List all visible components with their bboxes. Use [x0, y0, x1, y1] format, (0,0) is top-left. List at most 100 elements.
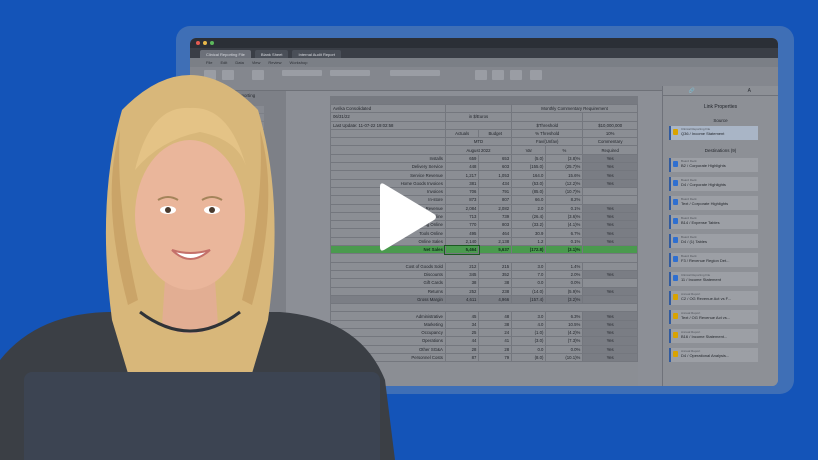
var-cell[interactable]: (8.0) — [511, 352, 547, 363]
actual-cell[interactable]: 495 — [444, 228, 480, 238]
chart-icon[interactable] — [530, 70, 542, 80]
actual-cell[interactable]: 252 — [444, 286, 480, 296]
destination-card[interactable]: Board Deck B2 / Corporate Highlights — [669, 158, 758, 172]
close-window-icon[interactable] — [196, 41, 200, 45]
var-cell[interactable]: (3.0) — [511, 336, 547, 346]
budget-cell[interactable]: 352 — [478, 269, 513, 280]
pct-cell[interactable]: (4.1)% — [545, 220, 584, 230]
var-cell[interactable]: 7.0 — [511, 269, 547, 280]
actual-cell[interactable]: 212 — [444, 261, 480, 271]
var-cell[interactable]: (85.0) — [511, 186, 547, 197]
budget-cell[interactable]: 48 — [478, 311, 513, 321]
var-cell[interactable]: 0.0 — [511, 344, 547, 354]
var-cell[interactable]: 30.9 — [511, 228, 547, 238]
actual-cell[interactable]: 2,084 — [444, 203, 480, 213]
var-cell[interactable]: 66.0 — [511, 195, 547, 205]
var-cell[interactable]: (155.0) — [511, 162, 547, 172]
required-cell[interactable]: Yes — [582, 236, 638, 247]
destination-card[interactable]: Annual Report Text / OG Revenue Act vs... — [669, 310, 758, 324]
pct-cell[interactable]: (12.2)% — [545, 178, 584, 188]
required-cell[interactable]: Yes — [582, 170, 638, 180]
actual-cell[interactable]: 2,140 — [444, 236, 480, 247]
source-card[interactable]: Clinical Reporting File Q36 / Income Sta… — [669, 126, 758, 140]
budget-cell[interactable]: 38 — [478, 278, 513, 288]
required-cell[interactable]: Yes — [582, 344, 638, 354]
net-sales-pct[interactable]: (3.1)% — [545, 245, 584, 255]
pct-cell[interactable]: 15.6% — [545, 170, 584, 180]
pct-cell[interactable]: 0.0% — [545, 278, 584, 288]
actual-cell[interactable]: 659 — [444, 153, 480, 164]
budget-cell[interactable]: 238 — [478, 286, 513, 296]
required-cell[interactable]: Yes — [582, 352, 638, 363]
review-icon[interactable] — [510, 70, 522, 80]
budget-cell[interactable]: 79 — [478, 352, 513, 363]
destination-card[interactable]: Board Deck F3 / Revenue Region Det... — [669, 253, 758, 267]
destination-card[interactable]: Board Deck D4 / (1) Tables — [669, 234, 758, 248]
pct-cell[interactable]: (5.9)% — [545, 286, 584, 296]
actual-cell[interactable]: 345 — [444, 269, 480, 280]
var-cell[interactable]: (26.4) — [511, 211, 547, 222]
pct-cell[interactable]: 0.1% — [545, 236, 584, 247]
required-cell[interactable]: Yes — [582, 319, 638, 330]
required-cell[interactable] — [582, 261, 638, 271]
required-cell[interactable]: Yes — [582, 203, 638, 213]
gross-margin-pct[interactable]: (3.2)% — [545, 294, 584, 305]
pct-cell[interactable]: 8.2% — [545, 195, 584, 205]
budget-cell[interactable]: 24 — [478, 327, 513, 338]
pct-cell[interactable]: 0.1% — [545, 203, 584, 213]
var-cell[interactable]: 3.0 — [511, 311, 547, 321]
budget-cell[interactable]: 28 — [478, 344, 513, 354]
budget-cell[interactable]: 2,082 — [478, 203, 513, 213]
net-sales-var[interactable]: (172.8) — [511, 245, 547, 255]
pct-cell[interactable]: 0.0% — [545, 344, 584, 354]
actual-cell[interactable]: 38 — [444, 278, 480, 288]
budget-cell[interactable]: 653 — [478, 153, 513, 164]
required-cell[interactable]: Yes — [582, 327, 638, 338]
pct-cell[interactable]: (10.7)% — [545, 186, 584, 197]
net-sales-budget[interactable]: 5,637 — [478, 245, 513, 255]
net-sales-actual[interactable]: 5,464 — [444, 244, 480, 255]
required-cell[interactable]: Yes — [582, 228, 638, 238]
var-cell[interactable]: 164.0 — [511, 170, 547, 180]
pct-threshold-value[interactable]: 10% — [582, 128, 638, 139]
budget-cell[interactable]: 803 — [478, 220, 513, 230]
pct-cell[interactable]: (7.3)% — [545, 336, 584, 346]
var-cell[interactable]: 0.0 — [511, 278, 547, 288]
required-cell[interactable] — [582, 186, 638, 197]
pct-cell[interactable]: (3.6)% — [545, 211, 584, 222]
actual-cell[interactable]: 28 — [444, 344, 480, 354]
var-cell[interactable]: (53.0) — [511, 178, 547, 188]
link-icon[interactable] — [475, 70, 487, 80]
required-cell[interactable]: Yes — [582, 211, 638, 222]
pct-cell[interactable]: (25.7)% — [545, 162, 584, 172]
destination-card[interactable]: Annual Report D4 / Operational Analysis..… — [669, 348, 758, 362]
maximize-window-icon[interactable] — [210, 41, 214, 45]
format-tab-icon[interactable]: A — [721, 86, 779, 95]
destination-card[interactable]: Clinical Reporting File 11 / Income State… — [669, 272, 758, 286]
budget-cell[interactable]: 464 — [478, 228, 513, 238]
actual-cell[interactable]: 448 — [444, 162, 480, 172]
budget-cell[interactable]: 791 — [478, 186, 513, 197]
gross-margin-actual[interactable]: 4,611 — [444, 294, 480, 305]
gross-margin-var[interactable]: (157.4) — [511, 294, 547, 305]
pct-cell[interactable]: (10.1)% — [545, 352, 584, 363]
destination-card[interactable]: Board Deck Text / Corporate Highlights — [669, 196, 758, 210]
destination-card[interactable]: Board Deck B14 / Expense Tables — [669, 215, 758, 229]
required-cell[interactable]: Yes — [582, 286, 638, 296]
pct-cell[interactable]: 2.0% — [545, 269, 584, 280]
required-cell[interactable]: Yes — [582, 311, 638, 321]
destination-card[interactable]: Annual Report B16 / Income Statement... — [669, 329, 758, 343]
budget-cell[interactable]: 41 — [478, 336, 513, 346]
actual-cell[interactable]: 1,217 — [444, 170, 480, 180]
required-cell[interactable]: Yes — [582, 178, 638, 188]
var-cell[interactable]: 1.2 — [511, 236, 547, 247]
pct-cell[interactable]: (4.2)% — [545, 327, 584, 338]
budget-cell[interactable]: 2,138 — [478, 236, 513, 247]
pct-cell[interactable]: 6.3% — [545, 311, 584, 321]
required-cell[interactable]: Yes — [582, 153, 638, 164]
required-cell[interactable]: Yes — [582, 220, 638, 230]
required-cell[interactable]: Yes — [582, 269, 638, 280]
required-cell[interactable] — [582, 278, 638, 288]
actual-cell[interactable]: 87 — [444, 352, 480, 363]
budget-cell[interactable]: 603 — [478, 162, 513, 172]
